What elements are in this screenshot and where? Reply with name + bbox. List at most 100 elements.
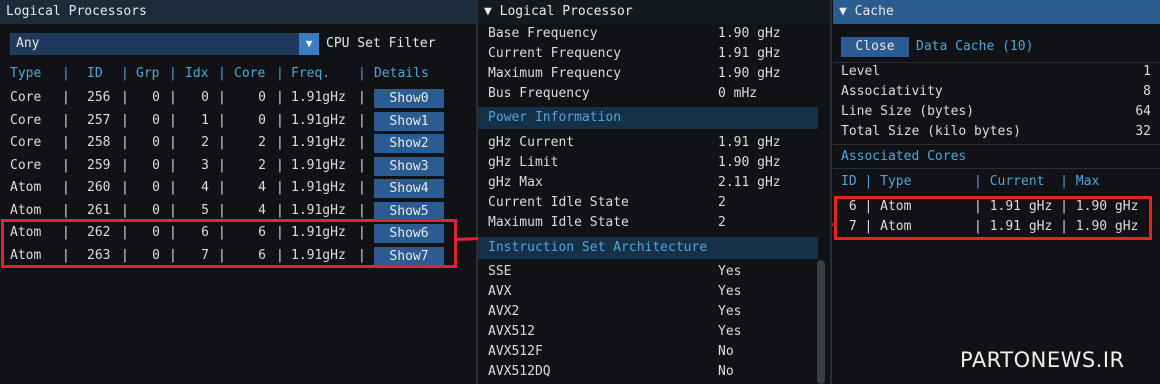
column-separator: |	[169, 180, 177, 195]
column-separator: |	[121, 112, 129, 128]
property-value: 1	[1143, 64, 1151, 79]
property-row: AVX512F No	[488, 342, 808, 362]
cell-type: Core	[10, 112, 42, 128]
property-value: 0 mHz	[718, 86, 758, 101]
col-header-id: ID	[87, 66, 103, 81]
chevron-down-icon[interactable]: ▼	[299, 33, 319, 55]
dropdown-value: Any	[16, 36, 40, 51]
column-separator: |	[358, 90, 366, 105]
column-separator: |	[121, 157, 129, 173]
property-key: gHz Max	[488, 175, 543, 190]
cell-core: 2	[258, 157, 266, 173]
logical-processor-details-panel: ▼ Logical Processor Base Frequency 1.90 g…	[478, 0, 832, 384]
column-separator: |	[276, 90, 284, 105]
show-button[interactable]: Show2	[374, 134, 444, 153]
property-row: Current Frequency 1.91 gHz	[488, 44, 808, 64]
cell-type: Core	[10, 157, 42, 173]
property-key: AVX512	[488, 324, 535, 339]
property-key: Associativity	[841, 84, 943, 99]
property-value: No	[718, 344, 734, 359]
logical-processors-panel: Logical Processors Any ▼ CPU Set Filter …	[0, 0, 478, 384]
show-button[interactable]: Show4	[374, 179, 444, 198]
cache-property-row: Line Size (bytes) 64	[841, 102, 1151, 122]
show-button[interactable]: Show3	[374, 156, 444, 176]
property-value: 2	[718, 215, 726, 230]
cell-id: 260	[87, 180, 111, 195]
panel-title[interactable]: ▼ Cache	[833, 0, 1160, 24]
cell-idx: 3	[201, 157, 209, 173]
property-value: Yes	[718, 264, 742, 279]
property-row: AVX512DQ No	[488, 362, 808, 382]
column-separator: |	[62, 112, 70, 128]
highlight-box-right	[834, 196, 1152, 240]
property-key: AVX2	[488, 304, 520, 319]
col-header-grp: Grp	[136, 66, 160, 81]
property-key: Level	[841, 64, 881, 79]
divider	[833, 144, 1160, 145]
watermark: PARTONEWS.IR	[960, 348, 1125, 372]
cell-idx: 2	[201, 135, 209, 150]
cpu-set-filter-dropdown[interactable]: Any ▼	[10, 33, 319, 55]
property-value: Yes	[718, 284, 742, 299]
section-instruction-set[interactable]: Instruction Set Architecture	[478, 237, 818, 259]
cell-core: 2	[258, 135, 266, 150]
column-separator: |	[218, 90, 226, 105]
cell-grp: 0	[152, 90, 160, 105]
table-row: Atom 260 0 4 4 1.91gHz | | | | | | Show4	[0, 177, 476, 199]
property-value: Yes	[718, 304, 742, 319]
property-key: AVX512DQ	[488, 364, 551, 379]
property-value: No	[718, 364, 734, 379]
show-button[interactable]: Show0	[374, 89, 444, 108]
cell-freq: 1.91gHz	[291, 135, 346, 150]
table-row: Core 256 0 0 0 1.91gHz | | | | | | Show0	[0, 87, 476, 109]
property-key: gHz Current	[488, 135, 575, 150]
cell-core: 0	[258, 112, 266, 128]
column-separator: |	[121, 135, 129, 150]
cache-property-row: Associativity 8	[841, 82, 1151, 102]
col-header-idx: Idx	[185, 66, 209, 81]
column-separator: |	[358, 135, 366, 150]
cell-type: Atom	[10, 180, 42, 195]
column-separator: |	[218, 180, 226, 195]
column-separator: |	[121, 180, 129, 195]
property-row: Base Frequency 1.90 gHz	[488, 24, 808, 44]
panel-title[interactable]: ▼ Logical Processor	[478, 0, 830, 24]
property-value: 1.90 gHz	[718, 66, 781, 81]
cell-core: 4	[258, 180, 266, 195]
section-power-information[interactable]: Power Information	[478, 107, 818, 129]
property-row: Maximum Frequency 1.90 gHz	[488, 64, 808, 84]
property-row: Current Idle State 2	[488, 193, 808, 213]
property-key: AVX512F	[488, 344, 543, 359]
property-row: AVX Yes	[488, 282, 808, 302]
close-button[interactable]: Close	[841, 37, 909, 57]
cell-freq: 1.91gHz	[291, 90, 346, 105]
cache-property-row: Level 1	[841, 62, 1151, 82]
highlight-box-left	[1, 219, 457, 268]
column-separator: |	[218, 157, 226, 173]
cell-idx: 0	[201, 90, 209, 105]
column-separator: |	[358, 112, 366, 128]
show-button[interactable]: Show5	[374, 201, 444, 221]
cell-type: Core	[10, 90, 42, 105]
cache-property-row: Total Size (kilo bytes) 32	[841, 122, 1151, 142]
cache-panel: ▼ Cache Close Data Cache (10) Level 1 Asso…	[833, 0, 1160, 384]
show-button[interactable]: Show1	[374, 111, 444, 131]
column-separator: |	[62, 157, 70, 173]
property-row: AVX512 Yes	[488, 322, 808, 342]
column-separator: |	[62, 90, 70, 105]
cell-type: Core	[10, 135, 42, 150]
property-key: Current Idle State	[488, 195, 629, 210]
property-key: Base Frequency	[488, 26, 598, 41]
column-separator: |	[62, 180, 70, 195]
cell-grp: 0	[152, 112, 160, 128]
property-row: Maximum Idle State 2	[488, 213, 808, 233]
cpu-set-filter-label: CPU Set Filter	[326, 36, 436, 51]
column-separator: |	[358, 180, 366, 195]
cell-core: 0	[258, 90, 266, 105]
cell-id: 259	[87, 157, 111, 173]
col-header-core: Core	[234, 66, 266, 81]
cell-id: 256	[87, 90, 111, 105]
table-row: Core 258 0 2 2 1.91gHz | | | | | | Show2	[0, 132, 476, 154]
property-row: gHz Current 1.91 gHz	[488, 133, 808, 153]
vertical-scrollbar[interactable]	[817, 260, 825, 384]
